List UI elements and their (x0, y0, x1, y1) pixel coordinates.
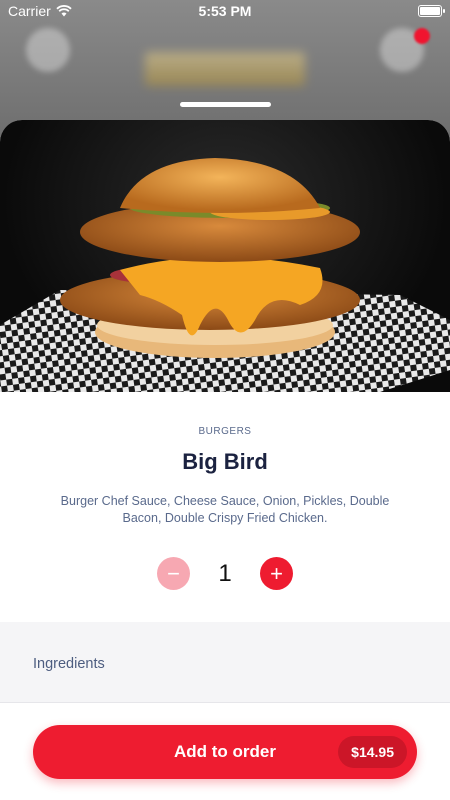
status-bar: Carrier 5:53 PM (0, 0, 450, 22)
battery-icon (418, 5, 445, 17)
product-image (0, 120, 450, 392)
quantity-stepper: − 1 + (0, 557, 450, 590)
order-footer: Add to order $14.95 (0, 702, 450, 800)
quantity-value: 1 (218, 559, 232, 587)
product-title: Big Bird (182, 449, 268, 474)
decrease-quantity-button[interactable]: − (157, 557, 190, 590)
ingredients-label: Ingredients (33, 656, 105, 672)
sheet-grabber[interactable] (180, 102, 271, 107)
increase-quantity-button[interactable]: + (260, 557, 293, 590)
minus-icon: − (167, 560, 180, 586)
plus-icon: + (270, 560, 283, 586)
back-icon (26, 28, 70, 72)
product-sheet: BURGERS Big Bird Burger Chef Sauce, Chee… (0, 120, 450, 800)
cart-badge (414, 28, 430, 44)
ingredients-section[interactable]: Ingredients (0, 622, 450, 702)
clock: 5:53 PM (198, 3, 252, 19)
brand-logo (145, 52, 305, 86)
add-to-order-button[interactable]: Add to order $14.95 (33, 725, 417, 779)
price-badge: $14.95 (338, 736, 407, 768)
product-description: Burger Chef Sauce, Cheese Sauce, Onion, … (60, 494, 390, 525)
product-info: BURGERS Big Bird Burger Chef Sauce, Chee… (0, 392, 450, 590)
product-category: BURGERS (198, 426, 252, 437)
